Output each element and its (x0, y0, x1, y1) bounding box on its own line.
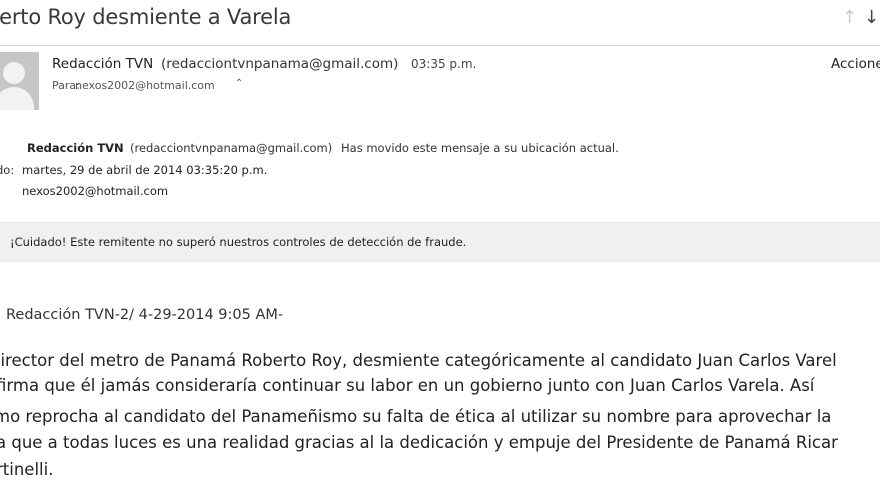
moved-message-note: Has movido este mensaje a su ubicación a… (341, 141, 619, 155)
body-text-line: director del metro de Panamá Roberto Roy… (0, 351, 837, 370)
detail-sender-email: (redacciontvnpanama@gmail.com) (130, 141, 333, 155)
actions-menu-button[interactable]: Accione (831, 56, 880, 72)
sent-label: do: (0, 163, 15, 177)
previous-message-arrow-icon[interactable]: ↑ (842, 7, 857, 28)
body-text-line: mo reprocha al candidato del Panameñismo… (0, 407, 832, 426)
header-divider (0, 45, 880, 46)
sent-time: 03:35 p.m. (411, 57, 477, 71)
avatar (0, 52, 39, 110)
detail-recipient-address: nexos2002@hotmail.com (22, 184, 169, 198)
body-text-line: a que a todas luces es una realidad grac… (0, 433, 838, 452)
body-text-line: firma que él jamás consideraría continua… (0, 376, 815, 395)
email-subject: berto Roy desmiente a Varela (0, 5, 292, 29)
sender-name[interactable]: Redacción TVN (52, 56, 153, 72)
next-message-arrow-icon[interactable]: ↓ (864, 7, 879, 28)
fraud-warning-text: ¡Cuidado! Este remitente no superó nuest… (10, 235, 467, 249)
detail-sender-name: Redacción TVN (27, 141, 124, 155)
recipient-address: nexos2002@hotmail.com (75, 79, 215, 92)
collapse-details-chevron-icon[interactable]: ⌃ (235, 78, 243, 89)
body-text-line: rtinelli. (0, 460, 54, 479)
sent-date: martes, 29 de abril de 2014 03:35:20 p.m… (22, 163, 268, 177)
sender-email: (redacciontvnpanama@gmail.com) (161, 56, 399, 72)
avatar-body-shape (0, 87, 34, 110)
avatar-head-shape (3, 62, 25, 84)
article-byline: Redacción TVN-2/ 4-29-2014 9:05 AM- (6, 307, 284, 323)
